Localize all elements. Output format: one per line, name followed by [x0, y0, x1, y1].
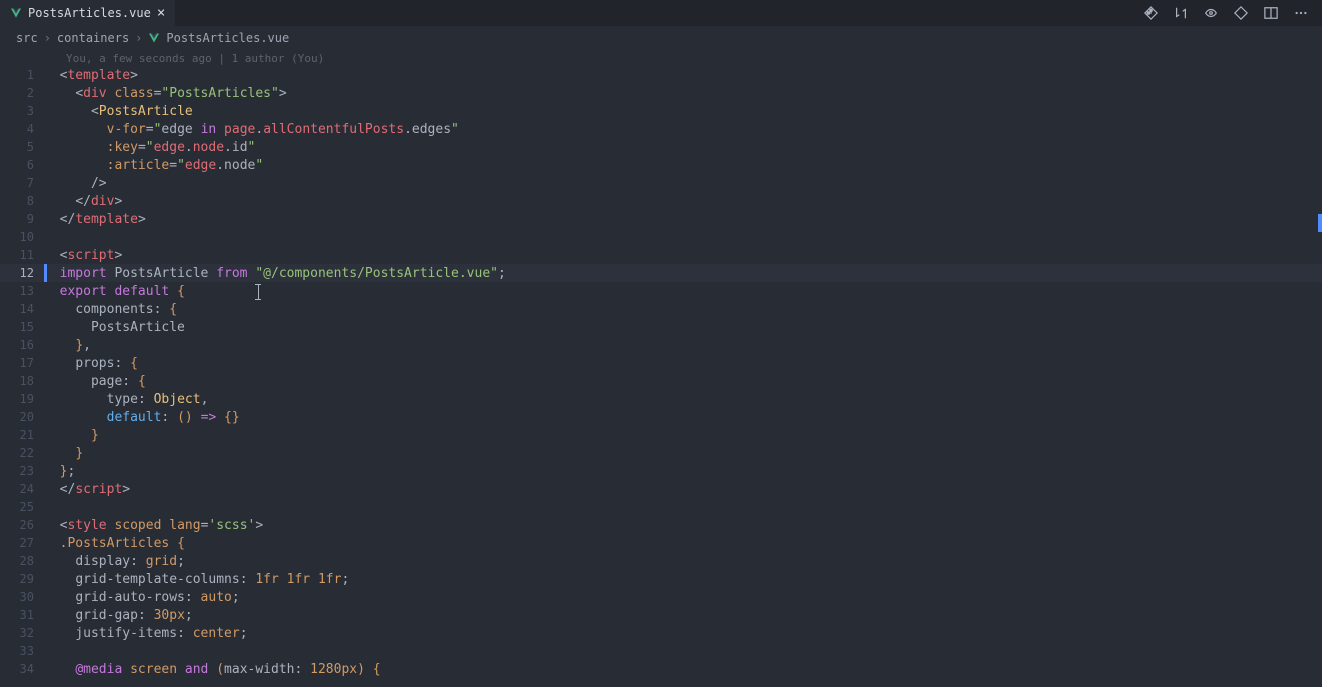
code-line[interactable]: page: { [44, 374, 146, 389]
more-icon[interactable] [1294, 6, 1308, 20]
line-number: 18 [0, 374, 44, 388]
chevron-right-icon: › [44, 31, 51, 45]
line-number: 26 [0, 518, 44, 532]
code-line[interactable]: justify-items: center; [44, 626, 248, 641]
code-line[interactable]: } [44, 428, 99, 443]
line-number: 3 [0, 104, 44, 118]
code-line[interactable]: grid-auto-rows: auto; [44, 590, 240, 605]
line-number: 8 [0, 194, 44, 208]
line-number: 5 [0, 140, 44, 154]
breadcrumb-item-src[interactable]: src [16, 31, 38, 45]
line-number: 19 [0, 392, 44, 406]
code-line[interactable]: </template> [44, 212, 146, 227]
line-number: 12 [0, 266, 44, 280]
line-number: 20 [0, 410, 44, 424]
line-number: 14 [0, 302, 44, 316]
line-cursor-indicator [44, 264, 47, 282]
code-line[interactable]: <PostsArticle [44, 104, 193, 119]
code-line[interactable]: .PostsArticles { [44, 536, 185, 551]
code-line[interactable]: </script> [44, 482, 130, 497]
tab-label: PostsArticles.vue [28, 6, 151, 20]
split-icon[interactable] [1264, 6, 1278, 20]
line-number: 16 [0, 338, 44, 352]
code-line[interactable]: props: { [44, 356, 138, 371]
code-line[interactable]: grid-gap: 30px; [44, 608, 193, 623]
line-number: 32 [0, 626, 44, 640]
line-number: 34 [0, 662, 44, 676]
code-line[interactable]: PostsArticle [44, 320, 185, 335]
tab-bar: PostsArticles.vue × [0, 0, 1322, 26]
preview-icon[interactable] [1204, 6, 1218, 20]
code-line[interactable]: }, [44, 338, 91, 353]
code-line[interactable]: grid-template-columns: 1fr 1fr 1fr; [44, 572, 349, 587]
code-line[interactable]: components: { [44, 302, 177, 317]
line-number: 31 [0, 608, 44, 622]
code-line[interactable]: @media screen and (max-width: 1280px) { [44, 662, 381, 677]
line-number: 29 [0, 572, 44, 586]
code-line[interactable]: display: grid; [44, 554, 185, 569]
code-line[interactable]: <div class="PostsArticles"> [44, 86, 287, 101]
code-line[interactable]: <style scoped lang='scss'> [44, 518, 263, 533]
line-number: 25 [0, 500, 44, 514]
line-number: 6 [0, 158, 44, 172]
close-icon[interactable]: × [157, 5, 165, 21]
line-number: 24 [0, 482, 44, 496]
text-cursor-icon [258, 284, 259, 300]
line-number: 15 [0, 320, 44, 334]
tabs-container: PostsArticles.vue × [0, 0, 175, 26]
code-line[interactable]: <template> [44, 68, 138, 83]
line-number: 30 [0, 590, 44, 604]
line-number: 28 [0, 554, 44, 568]
diff-icon[interactable] [1234, 6, 1248, 20]
breadcrumb-item-file[interactable]: PostsArticles.vue [166, 31, 289, 45]
titlebar-action-icons [1144, 6, 1322, 20]
code-line[interactable]: /> [44, 176, 107, 191]
chevron-right-icon: › [135, 31, 142, 45]
code-line[interactable]: :article="edge.node" [44, 158, 263, 173]
line-number: 33 [0, 644, 44, 658]
editor-area[interactable]: 1 <template> 2 <div class="PostsArticles… [0, 66, 1322, 687]
line-number: 22 [0, 446, 44, 460]
code-line[interactable]: export default { [44, 284, 185, 299]
breadcrumb-item-containers[interactable]: containers [57, 31, 129, 45]
line-number: 17 [0, 356, 44, 370]
tab-postsarticles[interactable]: PostsArticles.vue × [0, 0, 175, 26]
line-number: 7 [0, 176, 44, 190]
code-line[interactable]: type: Object, [44, 392, 208, 407]
code-line[interactable]: </div> [44, 194, 122, 209]
code-line[interactable]: default: () => {} [44, 410, 240, 425]
code-line[interactable]: :key="edge.node.id" [44, 140, 255, 155]
line-number: 10 [0, 230, 44, 244]
line-number: 21 [0, 428, 44, 442]
line-number: 11 [0, 248, 44, 262]
code-line[interactable]: }; [44, 464, 75, 479]
line-number: 2 [0, 86, 44, 100]
vue-file-icon [10, 7, 22, 19]
code-line[interactable]: v-for="edge in page.allContentfulPosts.e… [44, 122, 459, 137]
compare-icon[interactable] [1174, 6, 1188, 20]
code-line[interactable]: import PostsArticle from "@/components/P… [44, 266, 506, 281]
line-number: 4 [0, 122, 44, 136]
line-number: 23 [0, 464, 44, 478]
code-line[interactable]: <script> [44, 248, 122, 263]
code-line[interactable]: } [44, 446, 83, 461]
git-icon[interactable] [1144, 6, 1158, 20]
codelens-author[interactable]: You, a few seconds ago | 1 author (You) [0, 50, 1322, 66]
line-number: 9 [0, 212, 44, 226]
line-number: 13 [0, 284, 44, 298]
vue-file-icon [148, 32, 160, 44]
line-number: 27 [0, 536, 44, 550]
scroll-indicator [1318, 214, 1322, 232]
breadcrumb: src › containers › PostsArticles.vue [0, 26, 1322, 50]
line-number: 1 [0, 68, 44, 82]
